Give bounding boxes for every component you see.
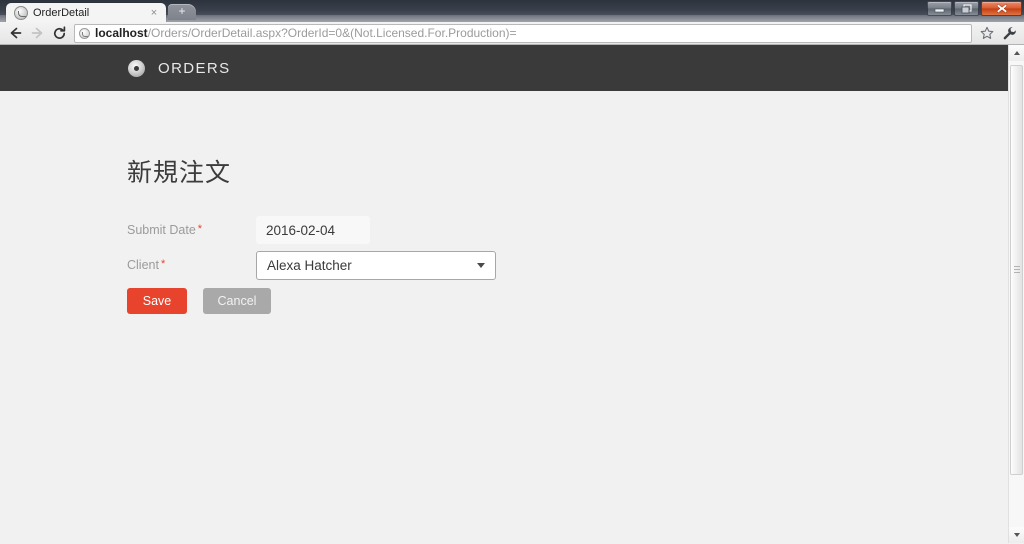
required-marker: * xyxy=(160,258,166,270)
browser-window: OrderDetail × + localhost/Orders/OrderDe… xyxy=(0,0,1024,544)
new-tab-button[interactable]: + xyxy=(168,4,196,20)
wrench-icon xyxy=(1003,26,1016,39)
required-marker: * xyxy=(197,223,203,235)
close-icon[interactable]: × xyxy=(148,7,160,19)
maximize-icon xyxy=(961,3,972,13)
disc-icon xyxy=(128,59,145,77)
back-button[interactable] xyxy=(4,23,26,43)
page-title: 新規注文 xyxy=(127,159,232,187)
client-label-text: Client xyxy=(127,258,159,272)
form-row-submit-date: Submit Date * xyxy=(0,216,1008,251)
page-viewport: ORDERS 新規注文 Submit Date* Client* Alexa H… xyxy=(0,45,1024,543)
maximize-button[interactable] xyxy=(954,1,979,16)
minimize-icon xyxy=(934,8,945,13)
scroll-down-button[interactable] xyxy=(1009,527,1024,543)
web-page: ORDERS 新規注文 Submit Date* Client* Alexa H… xyxy=(0,45,1008,543)
close-button[interactable] xyxy=(981,1,1022,16)
form-actions: Save Cancel xyxy=(0,288,1008,318)
cancel-button[interactable]: Cancel xyxy=(203,288,271,314)
address-bar-path: /Orders/OrderDetail.aspx?OrderId=0&(Not.… xyxy=(147,26,517,40)
window-controls xyxy=(927,1,1022,16)
brand-label: ORDERS xyxy=(158,59,231,77)
chrome-menu-button[interactable] xyxy=(998,23,1020,43)
client-select-value: Alexa Hatcher xyxy=(267,258,352,273)
bookmark-button[interactable] xyxy=(976,23,998,43)
forward-button[interactable] xyxy=(26,23,48,43)
submit-date-input[interactable] xyxy=(256,216,370,244)
address-bar-host: localhost xyxy=(95,26,148,40)
chevron-down-icon xyxy=(477,263,485,268)
save-button[interactable]: Save xyxy=(127,288,187,314)
order-form: Submit Date* Client* Alexa Hatcher Save … xyxy=(0,216,1008,318)
page-info-icon xyxy=(79,27,90,39)
browser-tab[interactable]: OrderDetail × xyxy=(6,3,166,22)
scroll-up-button[interactable] xyxy=(1009,45,1024,61)
scrollbar-thumb[interactable] xyxy=(1010,65,1023,475)
address-bar-url: localhost/Orders/OrderDetail.aspx?OrderI… xyxy=(95,26,517,40)
chevron-up-icon xyxy=(1013,51,1020,55)
star-icon xyxy=(980,26,994,39)
page-content: 新規注文 Submit Date* Client* Alexa Hatcher xyxy=(0,91,1008,318)
browser-tab-title: OrderDetail xyxy=(33,6,90,19)
reload-button[interactable] xyxy=(48,23,70,43)
back-arrow-icon xyxy=(10,27,21,39)
forward-arrow-icon xyxy=(31,27,42,39)
close-icon xyxy=(996,3,1007,14)
submit-date-label: Submit Date * xyxy=(127,223,202,237)
site-header: ORDERS xyxy=(0,45,1008,91)
page-scrollbar[interactable] xyxy=(1008,45,1024,543)
scrollbar-grip-icon xyxy=(1014,266,1020,274)
reload-icon xyxy=(53,25,65,39)
browser-toolbar: localhost/Orders/OrderDetail.aspx?OrderI… xyxy=(0,22,1024,45)
client-select[interactable]: Alexa Hatcher xyxy=(256,251,496,280)
client-label: Client * xyxy=(127,258,165,272)
submit-date-label-text: Submit Date xyxy=(127,223,196,237)
brand[interactable]: ORDERS xyxy=(128,59,231,77)
form-row-client: Client * Alexa Hatcher xyxy=(0,251,1008,286)
globe-icon xyxy=(14,5,28,20)
window-titlebar: OrderDetail × + xyxy=(0,0,1024,22)
address-bar[interactable]: localhost/Orders/OrderDetail.aspx?OrderI… xyxy=(74,23,972,43)
minimize-button[interactable] xyxy=(927,1,952,16)
chevron-down-icon xyxy=(1013,533,1020,537)
